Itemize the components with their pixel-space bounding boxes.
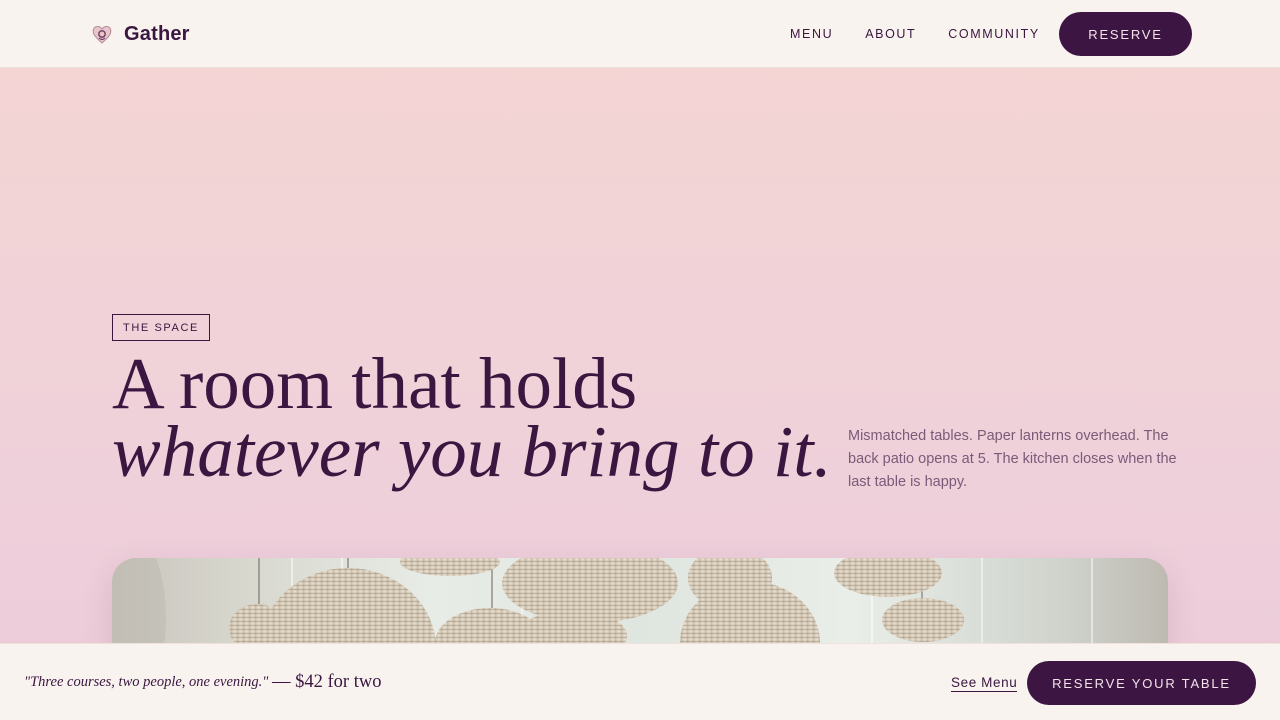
site-header: Gather MENU ABOUT COMMUNITY RESERVE bbox=[0, 0, 1280, 68]
brand-logo-link[interactable]: Gather bbox=[90, 22, 190, 46]
offer-quote: "Three courses, two people, one evening.… bbox=[24, 674, 269, 690]
nav-community[interactable]: COMMUNITY bbox=[948, 27, 1039, 41]
offer-price: — $42 for two bbox=[272, 672, 382, 692]
headline-line-1: A room that holds bbox=[112, 343, 638, 424]
reserve-button[interactable]: RESERVE bbox=[1059, 12, 1192, 56]
hero-description: Mismatched tables. Paper lanterns overhe… bbox=[848, 428, 1177, 490]
heart-logo-icon bbox=[92, 26, 112, 44]
nav-menu[interactable]: MENU bbox=[790, 27, 833, 41]
main-nav: MENU ABOUT COMMUNITY bbox=[790, 0, 1072, 68]
hero-headline: A room that holds whatever you bring to … bbox=[112, 343, 832, 492]
brand-name: Gather bbox=[124, 22, 190, 45]
nav-about[interactable]: ABOUT bbox=[865, 27, 916, 41]
sticky-reserve-bar: "Three courses, two people, one evening.… bbox=[0, 643, 1280, 720]
reserve-your-table-button[interactable]: RESERVE YOUR TABLE bbox=[1027, 661, 1256, 705]
section-tag: THE SPACE bbox=[112, 314, 210, 341]
headline-line-2: whatever you bring to it. bbox=[112, 411, 832, 492]
see-menu-link[interactable]: See Menu bbox=[951, 675, 1018, 692]
